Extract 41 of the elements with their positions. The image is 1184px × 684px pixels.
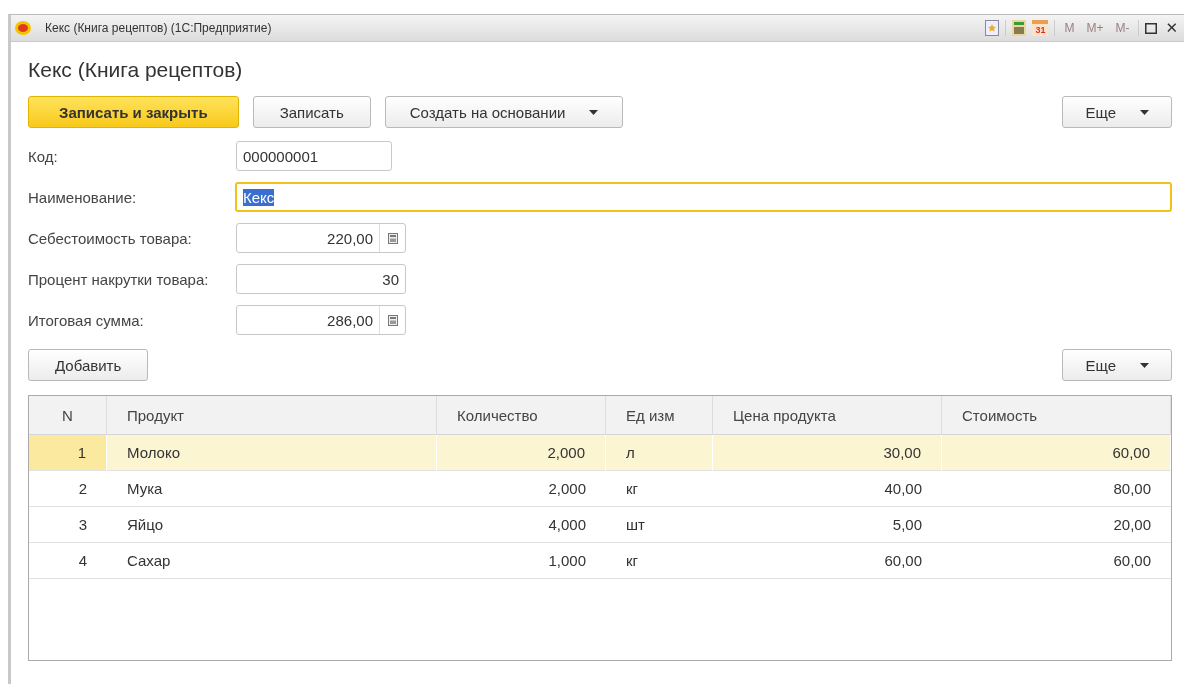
save-and-close-button[interactable]: Записать и закрыть xyxy=(28,96,239,128)
column-header[interactable]: N xyxy=(29,396,107,435)
caret-icon xyxy=(1140,109,1149,115)
input-field[interactable]: 000000001 xyxy=(236,141,392,171)
field-label: Себестоимость товара: xyxy=(28,229,193,247)
more-button[interactable]: Еще xyxy=(1062,349,1172,381)
input-field[interactable]: 286,00 xyxy=(236,305,406,335)
table-cell: Молоко xyxy=(107,435,437,471)
table-cell: 2,000 xyxy=(437,435,606,471)
input-field[interactable]: 30 xyxy=(236,264,406,294)
field-label: Итоговая сумма: xyxy=(28,311,145,329)
close-button[interactable]: ✕ xyxy=(1163,19,1180,37)
column-header[interactable]: Ед изм xyxy=(606,396,713,435)
table-cell: л xyxy=(606,435,713,471)
table-cell: 30,00 xyxy=(713,435,942,471)
column-header[interactable]: Продукт xyxy=(107,396,437,435)
more-button[interactable]: Еще xyxy=(1062,96,1172,128)
calculator-icon xyxy=(387,232,398,244)
create-based-on-button[interactable]: Создать на основании xyxy=(384,96,624,128)
maximize-icon[interactable] xyxy=(1145,22,1158,34)
window-title: Кекс (Книга рецептов) (1С:Предприятие) xyxy=(45,21,273,35)
table-cell: 60,00 xyxy=(942,435,1171,471)
calendar-icon[interactable]: 31 xyxy=(1032,20,1049,36)
caret-icon xyxy=(1140,362,1149,368)
field-label: Наименование: xyxy=(28,188,138,206)
column-header[interactable]: Стоимость xyxy=(942,396,1171,435)
favorite-icon[interactable] xyxy=(985,20,1000,36)
app-logo-icon xyxy=(15,21,31,35)
add-button[interactable]: Добавить xyxy=(28,349,149,381)
input-field[interactable]: 220,00 xyxy=(236,223,406,253)
input-field[interactable]: Кекс xyxy=(234,182,1172,212)
calculator-icon[interactable] xyxy=(1012,20,1027,36)
form-title: Кекс (Книга рецептов) xyxy=(28,58,244,82)
save-button[interactable]: Записать xyxy=(252,96,371,128)
caret-icon xyxy=(589,109,599,115)
field-label: Процент накрутки товара: xyxy=(28,270,210,288)
field-label: Код: xyxy=(28,147,59,165)
column-header[interactable]: Цена продукта xyxy=(713,396,942,435)
column-header[interactable]: Количество xyxy=(437,396,606,435)
table-cell: 1 xyxy=(29,435,107,471)
calculator-icon xyxy=(387,314,398,326)
